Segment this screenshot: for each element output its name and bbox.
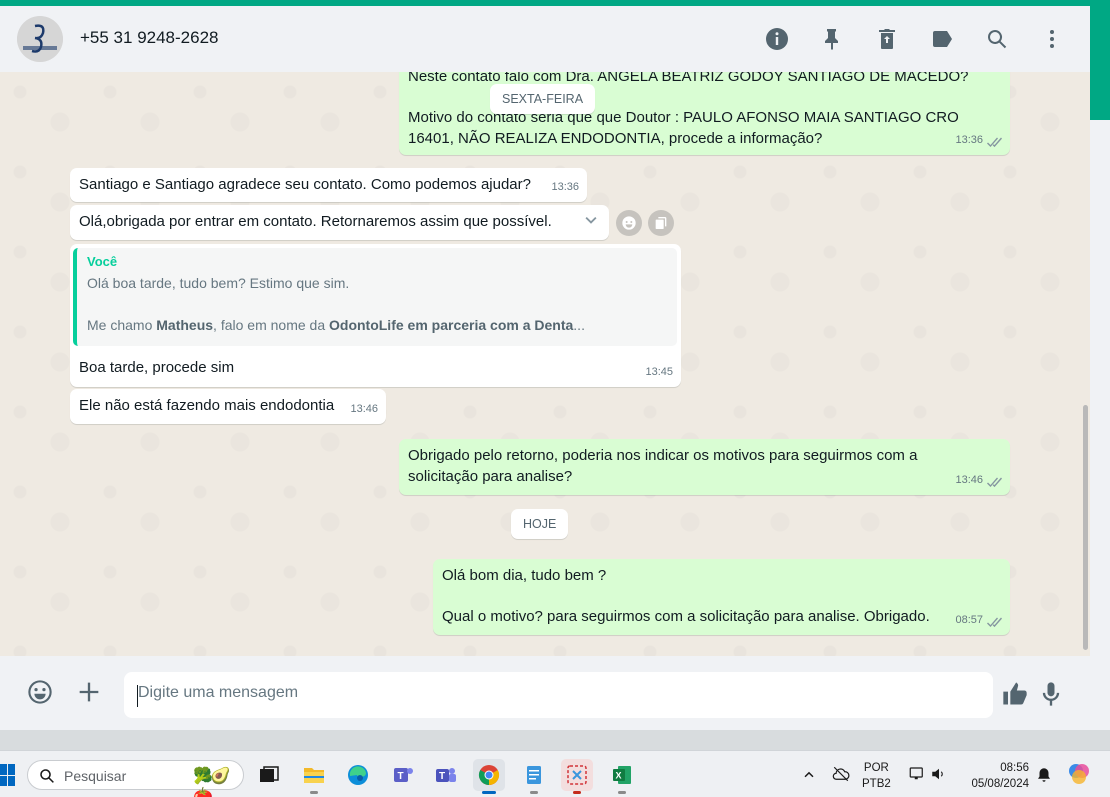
composer [0, 656, 1090, 730]
menu-icon[interactable] [1036, 23, 1068, 55]
cloud-offline-icon[interactable] [832, 765, 850, 786]
message-out[interactable]: Neste contato falo com Dra. ANGELA BEATR… [399, 72, 1010, 155]
task-view-icon[interactable] [253, 759, 285, 791]
message-actions [616, 210, 674, 236]
message-time: 13:36 [551, 181, 579, 193]
windows-start-icon[interactable] [0, 764, 15, 786]
window-side-panel [1090, 120, 1110, 745]
svg-text:T: T [398, 771, 404, 782]
quote-line: Olá boa tarde, tudo bem? Estimo que sim. [87, 275, 350, 291]
message-text: solicitação para analise? [408, 468, 573, 485]
notification-bell-icon[interactable] [1035, 766, 1053, 787]
chat-header: +55 31 9248-2628 [0, 6, 1090, 72]
message-text: Ele não está fazendo mais endodontia [79, 397, 335, 414]
svg-text:T: T [439, 771, 445, 782]
quote-author: Você [87, 254, 118, 269]
message-in[interactable]: Olá,obrigada por entrar em contato. Reto… [70, 205, 609, 240]
taskbar-search-label: Pesquisar [64, 768, 127, 784]
language-indicator[interactable]: POR PTB2 [862, 760, 891, 792]
info-icon[interactable] [761, 23, 793, 55]
date-separator: SEXTA-FEIRA [490, 84, 596, 114]
message-in[interactable]: Santiago e Santiago agradece seu contato… [70, 168, 587, 202]
message-text: Qual o motivo? para seguirmos com a soli… [442, 608, 930, 625]
search-icon[interactable] [981, 23, 1013, 55]
double-check-icon [986, 135, 1002, 148]
window-bottom-gap [0, 730, 1110, 750]
copilot-icon[interactable] [1067, 762, 1091, 789]
notepad-icon[interactable] [518, 759, 550, 794]
label-icon[interactable] [926, 23, 958, 55]
microphone-icon[interactable] [1037, 680, 1065, 710]
avatar[interactable] [17, 16, 63, 62]
search-icon [38, 767, 56, 785]
message-text: Olá,obrigada por entrar em contato. Reto… [79, 213, 552, 230]
pin-icon[interactable] [816, 23, 848, 55]
svg-text:X: X [616, 771, 622, 781]
double-check-icon [986, 475, 1002, 488]
thumbs-up-icon[interactable] [1001, 680, 1031, 710]
delete-icon[interactable] [871, 23, 903, 55]
header-actions [761, 23, 1068, 55]
volume-icon[interactable] [930, 765, 948, 786]
file-explorer-icon[interactable] [298, 759, 330, 794]
message-out[interactable]: Olá bom dia, tudo bem ? Qual o motivo? p… [433, 559, 1010, 635]
network-icon[interactable] [908, 765, 926, 786]
chevron-down-icon[interactable] [580, 210, 602, 232]
message-text: Obrigado pelo retorno, poderia nos indic… [408, 447, 918, 464]
chrome-icon[interactable] [473, 759, 505, 794]
taskbar: Pesquisar 🥦🥑🍅 T T X POR PTB2 08:56 05/08… [0, 750, 1110, 797]
message-input-box[interactable] [124, 672, 993, 718]
teams-work-icon[interactable]: T [430, 759, 462, 791]
vegetables-icon: 🥦🥑🍅 [193, 768, 231, 797]
message-time: 08:57 [955, 610, 1002, 631]
attach-plus-icon[interactable] [75, 678, 105, 708]
message-time: 13:46 [350, 403, 378, 415]
message-text: 16401, NÃO REALIZA ENDODONTIA, procede a… [408, 130, 823, 147]
clock[interactable]: 08:56 05/08/2024 [962, 760, 1029, 792]
teams-personal-icon[interactable]: T [387, 759, 419, 791]
message-time: 13:46 [955, 470, 1002, 491]
edge-icon[interactable] [342, 759, 374, 791]
date-separator: HOJE [511, 509, 569, 539]
chevron-up-icon[interactable] [800, 765, 818, 786]
message-time: 13:45 [645, 366, 673, 378]
copy-icon[interactable] [648, 210, 674, 236]
window-side-accent [1090, 6, 1110, 120]
message-text: Santiago e Santiago agradece seu contato… [79, 176, 531, 193]
quote-line: Me chamo Matheus, falo em nome da Odonto… [87, 317, 585, 333]
emoji-react-icon[interactable] [616, 210, 642, 236]
emoji-icon[interactable] [26, 678, 56, 708]
scrollbar-thumb[interactable] [1083, 405, 1088, 650]
text-caret [137, 685, 138, 707]
taskbar-search[interactable]: Pesquisar 🥦🥑🍅 [27, 760, 244, 797]
message-in[interactable]: Ele não está fazendo mais endodontia 13:… [70, 389, 386, 424]
clock-date: 05/08/2024 [971, 778, 1029, 790]
double-check-icon [986, 615, 1002, 628]
clock-time: 08:56 [1000, 762, 1029, 774]
snipping-tool-icon[interactable] [561, 759, 593, 794]
message-input[interactable] [138, 684, 979, 702]
message-time: 13:36 [955, 130, 1002, 151]
message-out[interactable]: Obrigado pelo retorno, poderia nos indic… [399, 439, 1010, 495]
quoted-message[interactable]: Você Olá boa tarde, tudo bem? Estimo que… [73, 248, 677, 346]
chat-area[interactable]: Neste contato falo com Dra. ANGELA BEATR… [0, 72, 1090, 656]
excel-icon[interactable]: X [606, 759, 638, 794]
contact-name[interactable]: +55 31 9248-2628 [80, 28, 219, 48]
message-text: Olá bom dia, tudo bem ? [442, 567, 607, 584]
message-text: Boa tarde, procede sim [79, 359, 235, 376]
